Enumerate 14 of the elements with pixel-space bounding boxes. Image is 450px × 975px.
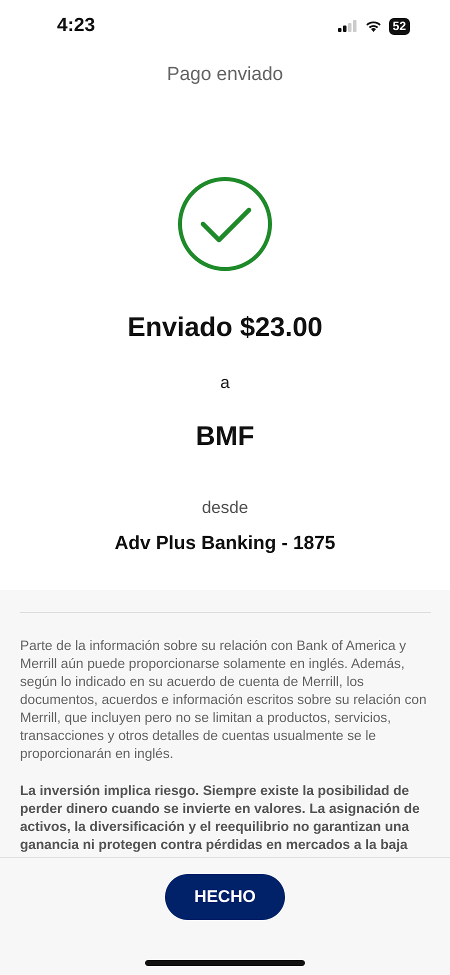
account-name: Adv Plus Banking - 1875 (114, 533, 336, 555)
battery-level: 52 (388, 18, 410, 34)
to-label: a (220, 373, 230, 393)
recipient-name: BMF (196, 421, 254, 452)
amount-sent: Enviado $23.00 (127, 312, 323, 343)
clock: 4:23 (57, 15, 96, 37)
disclosure-text: Parte de la información sobre su relación con Bank of America y Merrill aún puede proporcionarse solamente en inglés. Además, según lo indicado en su acuerdo de cuenta de Merrill, los documentos, acuerdos e información escritos sobre su relación con Merrill, que incluyen pero no se limitan a productos, servicios, transacciones y otros detalles de cuentas usualmente se le proporcionarán en inglés. (20, 637, 428, 763)
checkmark-icon (177, 176, 273, 272)
done-button[interactable]: HECHO (165, 874, 285, 920)
screen-title: Pago enviado (166, 64, 284, 86)
signal-icon (338, 20, 358, 32)
wifi-icon (364, 20, 382, 32)
from-label: desde (202, 498, 248, 518)
disclosure-text: La inversión implica riesgo. Siempre existe la posibilidad de perder dinero cuando se invierte en valores. La asignación de activos, la diversificación y el reequilibrio no garantizan una ganancia ni protegen contra pérdidas en mercados a la baja (20, 782, 421, 854)
